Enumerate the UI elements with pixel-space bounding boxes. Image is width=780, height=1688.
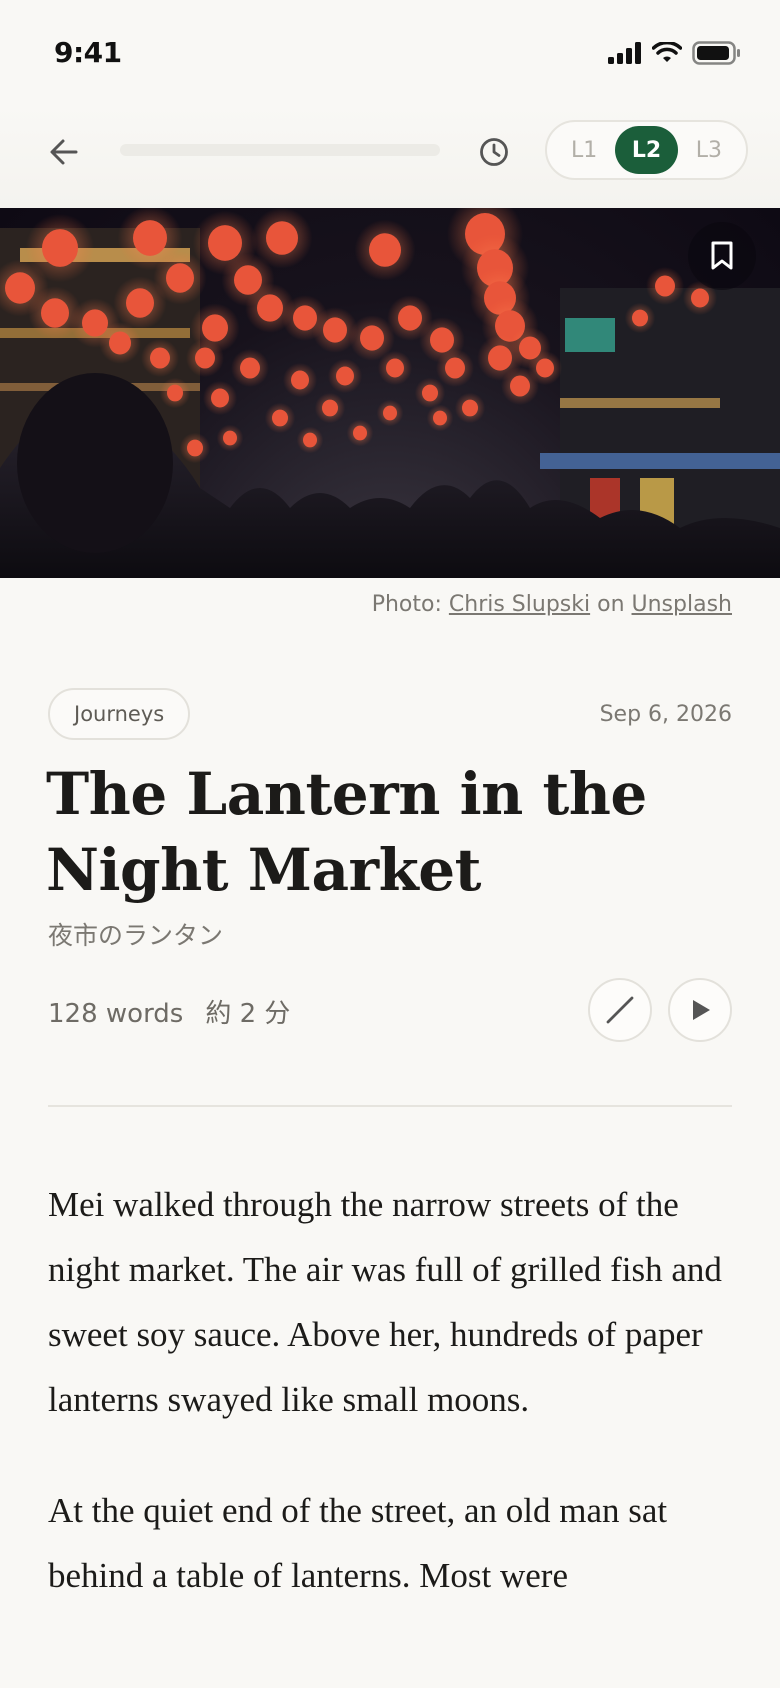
- lantern: [488, 345, 512, 371]
- source-link[interactable]: Unsplash: [632, 592, 732, 617]
- wifi-icon: [652, 42, 682, 62]
- level-l2[interactable]: L2: [615, 126, 678, 174]
- lantern: [167, 384, 183, 402]
- article-title: The Lantern in the Night Market: [46, 760, 647, 904]
- category-chip[interactable]: Journeys: [48, 688, 191, 740]
- article-subtitle: 夜市のランタン: [48, 921, 224, 950]
- photo-credit: Photo: Chris Slupski on Unsplash: [372, 592, 732, 617]
- lantern: [433, 410, 447, 426]
- lantern: [303, 432, 317, 448]
- reader-toolbar: L1 L2 L3: [0, 106, 780, 208]
- lantern: [5, 272, 35, 304]
- lantern: [336, 366, 354, 386]
- lantern: [360, 325, 384, 351]
- lantern: [462, 399, 478, 417]
- lantern: [257, 294, 283, 322]
- lantern: [109, 331, 131, 355]
- read-time: 約 2 分: [205, 999, 291, 1029]
- lantern: [240, 357, 260, 379]
- paragraph: At the quiet end of the street, an old m…: [48, 1491, 668, 1595]
- article-body: Mei walked through the narrow streets of…: [48, 1172, 738, 1608]
- battery-icon: [692, 41, 740, 65]
- annotate-button[interactable]: [588, 978, 652, 1042]
- level-l1[interactable]: L1: [553, 126, 615, 174]
- play-audio-button[interactable]: [668, 978, 732, 1042]
- lantern: [386, 358, 404, 378]
- lantern: [272, 409, 288, 427]
- lantern: [208, 225, 242, 261]
- lantern: [323, 317, 347, 343]
- back-arrow-icon: [50, 139, 78, 165]
- lantern: [369, 233, 401, 267]
- level-l3[interactable]: L3: [678, 126, 740, 174]
- lantern: [166, 263, 194, 293]
- lantern: [195, 347, 215, 369]
- lantern: [398, 305, 422, 331]
- lantern: [353, 425, 367, 441]
- lantern: [42, 229, 78, 267]
- article-meta: 128 words 約 2 分: [48, 993, 290, 1030]
- lantern: [223, 430, 237, 446]
- credit-prefix: Photo:: [371, 592, 442, 617]
- lantern: [211, 388, 229, 408]
- lantern: [266, 221, 298, 255]
- paragraph: Mei walked through the narrow streets of…: [48, 1185, 722, 1419]
- photographer-link[interactable]: Chris Slupski: [449, 592, 590, 617]
- publish-date: Sep 6, 2026: [599, 702, 732, 727]
- lantern: [41, 298, 69, 328]
- play-icon: [693, 1000, 710, 1020]
- bookmark-icon: [711, 241, 733, 270]
- lantern: [322, 399, 338, 417]
- night-market-illustration: [0, 208, 780, 578]
- history-button[interactable]: [474, 132, 514, 172]
- lantern: [691, 288, 709, 308]
- lantern: [632, 309, 648, 327]
- lantern: [430, 327, 454, 353]
- reading-progress-bar: [120, 144, 440, 156]
- bookmark-button[interactable]: [688, 222, 756, 290]
- lantern: [422, 384, 438, 402]
- lantern: [655, 275, 675, 297]
- status-icons: [608, 38, 742, 68]
- back-button[interactable]: [44, 132, 84, 172]
- lantern: [445, 357, 465, 379]
- lantern: [510, 375, 530, 397]
- lantern: [383, 405, 397, 421]
- word-count: 128 words: [48, 999, 184, 1029]
- lantern: [187, 439, 203, 457]
- lantern: [291, 370, 309, 390]
- clock-icon: [480, 138, 508, 166]
- lantern: [202, 314, 228, 342]
- pencil-icon: [606, 996, 634, 1024]
- hero-image: [0, 208, 780, 578]
- lantern: [536, 358, 554, 378]
- lantern: [150, 347, 170, 369]
- credit-mid: on: [597, 592, 625, 617]
- status-bar: 9:41: [0, 0, 780, 106]
- lantern: [126, 288, 154, 318]
- level-switch: L1 L2 L3: [545, 120, 748, 180]
- signal-icon: [608, 42, 641, 64]
- lantern: [133, 220, 167, 256]
- status-time: 9:41: [54, 36, 122, 69]
- header-divider: [48, 1105, 732, 1107]
